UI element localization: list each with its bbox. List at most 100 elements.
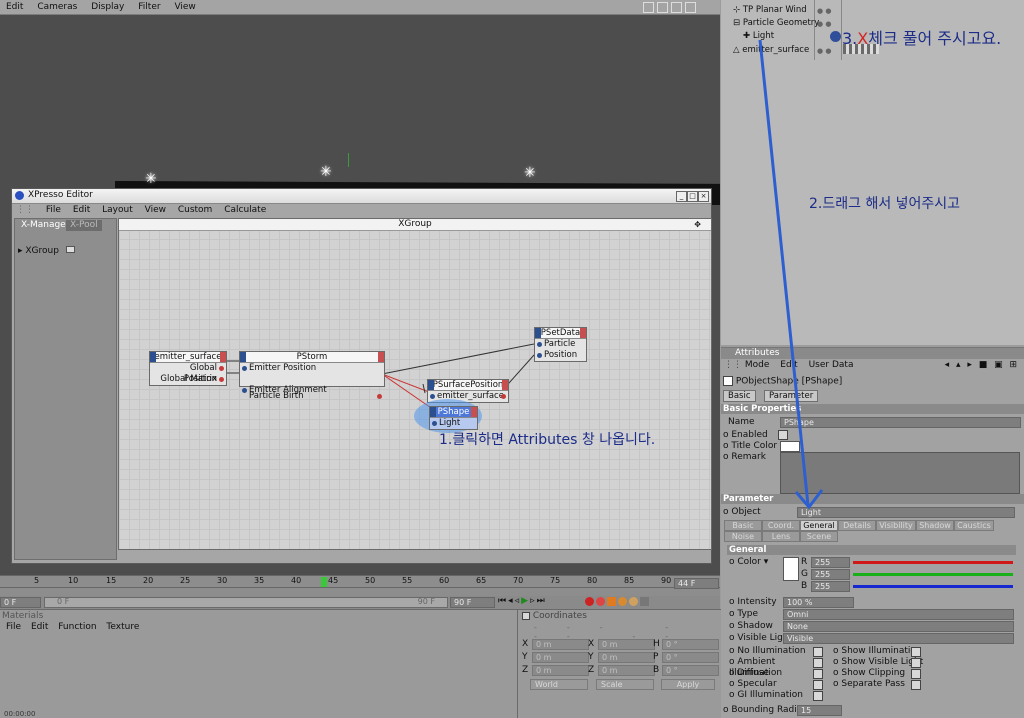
- subtab-basic[interactable]: Basic: [724, 520, 762, 531]
- maximize-button[interactable]: □: [687, 191, 698, 202]
- port-light[interactable]: Light: [430, 418, 477, 429]
- visibility-dots[interactable]: ● ●: [817, 7, 831, 15]
- scale-key-icon[interactable]: [618, 597, 627, 606]
- object-link-field[interactable]: Light: [797, 507, 1015, 518]
- check-row[interactable]: Show Visible Light: [833, 657, 933, 668]
- slider-b[interactable]: [853, 585, 1013, 588]
- playhead[interactable]: [321, 577, 327, 587]
- xmenu-file[interactable]: File: [42, 204, 66, 217]
- checkbox[interactable]: [813, 691, 823, 701]
- slider-r[interactable]: [853, 561, 1013, 564]
- keyframe-icon[interactable]: [607, 597, 616, 606]
- port-emitter-position[interactable]: Emitter Position: [240, 363, 384, 374]
- title-color-swatch[interactable]: [780, 441, 800, 452]
- checkbox[interactable]: [911, 658, 921, 668]
- subtab-general[interactable]: General: [800, 520, 838, 531]
- check-row[interactable]: Specular: [729, 679, 829, 690]
- menu-view[interactable]: View: [168, 0, 200, 14]
- checkbox[interactable]: [911, 647, 921, 657]
- current-frame-field[interactable]: 44 F: [674, 578, 719, 589]
- timeline-ruler[interactable]: 5 10 15 20 25 30 35 40 45 50 55 60 65 70…: [0, 575, 720, 596]
- coord-field[interactable]: 0 m: [598, 665, 655, 676]
- object-row[interactable]: ⊹ TP Planar Wind: [733, 4, 807, 17]
- menu-display[interactable]: Display: [85, 0, 129, 14]
- coord-field[interactable]: 0 m: [598, 652, 655, 663]
- subtab-coord[interactable]: Coord.: [762, 520, 800, 531]
- amenu-edit[interactable]: Edit: [780, 360, 797, 370]
- xmenu-edit[interactable]: Edit: [69, 204, 95, 217]
- port-global-matrix[interactable]: Global Matrix: [150, 374, 226, 385]
- start-frame-field[interactable]: 0 F: [0, 597, 41, 608]
- check-row[interactable]: No Illumination: [729, 646, 829, 657]
- port-position[interactable]: Position: [535, 350, 586, 361]
- mmenu-function[interactable]: Function: [58, 622, 96, 632]
- frame-range-slider[interactable]: 0 F 90 F: [44, 597, 448, 608]
- object-row[interactable]: ⊟ Particle Geometry: [733, 17, 819, 30]
- mmenu-edit[interactable]: Edit: [31, 622, 48, 632]
- scale-dropdown[interactable]: Scale: [596, 679, 654, 690]
- go-end-icon[interactable]: ⏭: [537, 596, 547, 606]
- rgb-value-r[interactable]: 255: [811, 557, 850, 568]
- port-global-position[interactable]: Global Position: [150, 363, 226, 384]
- visible-light-dropdown[interactable]: Visible: [783, 633, 1014, 644]
- attr-toolbar-icons[interactable]: ◂ ▴ ▸ ■ ▣ ⊞: [945, 360, 1019, 370]
- rotate-icon[interactable]: [671, 2, 682, 13]
- object-row[interactable]: ✚ Light: [743, 30, 774, 43]
- xmenu-layout[interactable]: Layout: [98, 204, 138, 217]
- type-dropdown[interactable]: Omni: [783, 609, 1014, 620]
- port-particle-birth[interactable]: Particle Birth: [240, 391, 384, 402]
- subtab-details[interactable]: Details: [838, 520, 876, 531]
- close-button[interactable]: ×: [698, 191, 709, 202]
- tab-parameter[interactable]: Parameter: [764, 390, 819, 402]
- coord-field[interactable]: 0 °: [662, 639, 719, 650]
- xmenu-calculate[interactable]: Calculate: [220, 204, 271, 217]
- node-emitter-surface[interactable]: emitter_surface Global Position Global M…: [149, 351, 227, 386]
- point-key-icon[interactable]: [640, 597, 649, 606]
- shadow-dropdown[interactable]: None: [783, 621, 1014, 632]
- rgb-value-b[interactable]: 255: [811, 581, 850, 592]
- rgb-value-g[interactable]: 255: [811, 569, 850, 580]
- amenu-mode[interactable]: Mode: [745, 360, 770, 370]
- check-row[interactable]: Show Clipping: [833, 668, 933, 679]
- tab-basic[interactable]: Basic: [723, 390, 756, 402]
- visibility-dots[interactable]: ● ●: [817, 47, 831, 55]
- mmenu-texture[interactable]: Texture: [106, 622, 139, 632]
- coord-field[interactable]: 0 m: [532, 652, 589, 663]
- visibility-dots[interactable]: ● ●: [817, 20, 831, 28]
- node-pstorm[interactable]: PStorm Emitter Position Emitter Alignmen…: [239, 351, 385, 401]
- go-start-icon[interactable]: ⏮: [498, 596, 508, 606]
- subtab-caustics[interactable]: Caustics: [954, 520, 994, 531]
- apply-button[interactable]: Apply: [661, 679, 715, 690]
- coord-field[interactable]: 0 m: [532, 665, 589, 676]
- coord-field[interactable]: 0 m: [598, 639, 655, 650]
- check-row[interactable]: Separate Pass: [833, 679, 933, 690]
- object-row[interactable]: △ emitter_surface: [733, 44, 809, 57]
- subtab-scene[interactable]: Scene: [800, 531, 838, 542]
- intensity-field[interactable]: 100 %: [783, 597, 854, 608]
- check-row[interactable]: GI Illumination: [729, 690, 829, 701]
- name-input[interactable]: PShape: [780, 417, 1021, 428]
- maximize-icon[interactable]: [685, 2, 696, 13]
- autokey-icon[interactable]: [596, 597, 605, 606]
- world-dropdown[interactable]: World: [530, 679, 588, 690]
- menu-edit[interactable]: Edit: [0, 0, 28, 14]
- check-row[interactable]: Diffuse: [729, 668, 829, 679]
- checkbox[interactable]: [911, 680, 921, 690]
- subtab-shadow[interactable]: Shadow: [916, 520, 954, 531]
- checkbox[interactable]: [813, 680, 823, 690]
- play-icon[interactable]: ▶: [521, 596, 530, 606]
- tab-xmanager[interactable]: X-Manager: [17, 220, 73, 231]
- subtab-visibility[interactable]: Visibility: [876, 520, 916, 531]
- subtab-noise[interactable]: Noise: [724, 531, 762, 542]
- node-psetdata[interactable]: PSetData Particle Position: [534, 327, 587, 362]
- minimize-button[interactable]: _: [676, 191, 687, 202]
- param-key-icon[interactable]: [629, 597, 638, 606]
- xmenu-custom[interactable]: Custom: [174, 204, 217, 217]
- checkbox[interactable]: [911, 669, 921, 679]
- coord-field[interactable]: 0 °: [662, 665, 719, 676]
- end-frame-field[interactable]: 90 F: [450, 597, 495, 608]
- bounding-radius-field[interactable]: 15: [797, 705, 842, 716]
- record-icon[interactable]: [585, 597, 594, 606]
- move-icon[interactable]: [643, 2, 654, 13]
- blue-tag-icon[interactable]: [830, 31, 841, 42]
